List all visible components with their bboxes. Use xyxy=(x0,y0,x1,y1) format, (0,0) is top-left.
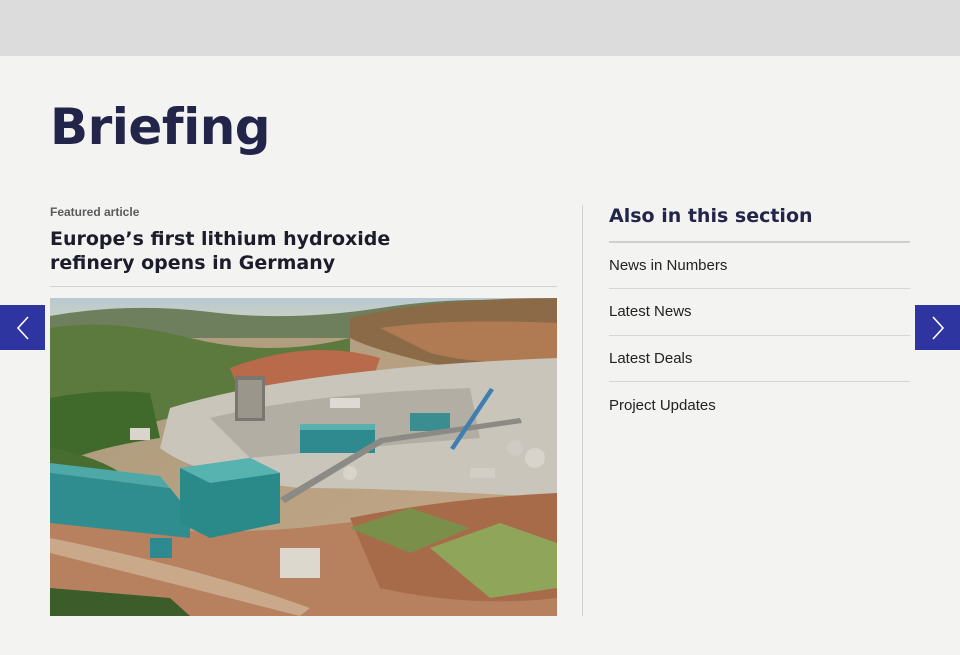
aside-link-latest-news[interactable]: Latest News xyxy=(609,303,692,320)
carousel-next-button[interactable] xyxy=(915,305,960,350)
featured-headline: Europe’s first lithium hydroxide refiner… xyxy=(50,228,391,274)
carousel-prev-button[interactable] xyxy=(0,305,45,350)
featured-article: Featured article Europe’s first lithium … xyxy=(50,205,557,287)
list-item: News in Numbers xyxy=(609,243,910,289)
list-item: Latest Deals xyxy=(609,336,910,382)
page-title: Briefing xyxy=(50,98,271,156)
aside-link-news-in-numbers[interactable]: News in Numbers xyxy=(609,257,727,274)
chevron-right-icon xyxy=(931,315,944,340)
featured-image[interactable] xyxy=(50,298,557,616)
aside-link-latest-deals[interactable]: Latest Deals xyxy=(609,350,692,367)
top-banner xyxy=(0,0,960,56)
featured-kicker: Featured article xyxy=(50,205,140,219)
aside-list: News in Numbers Latest News Latest Deals… xyxy=(609,243,910,429)
aside-title: Also in this section xyxy=(609,205,910,243)
chevron-left-icon xyxy=(16,315,29,340)
column-divider xyxy=(582,205,583,616)
list-item: Latest News xyxy=(609,289,910,336)
list-item: Project Updates xyxy=(609,382,910,429)
aside-link-project-updates[interactable]: Project Updates xyxy=(609,397,716,414)
refinery-photo xyxy=(50,298,557,616)
also-in-section: Also in this section News in Numbers Lat… xyxy=(609,205,910,429)
featured-headline-link[interactable]: Europe’s first lithium hydroxide refiner… xyxy=(50,227,557,287)
